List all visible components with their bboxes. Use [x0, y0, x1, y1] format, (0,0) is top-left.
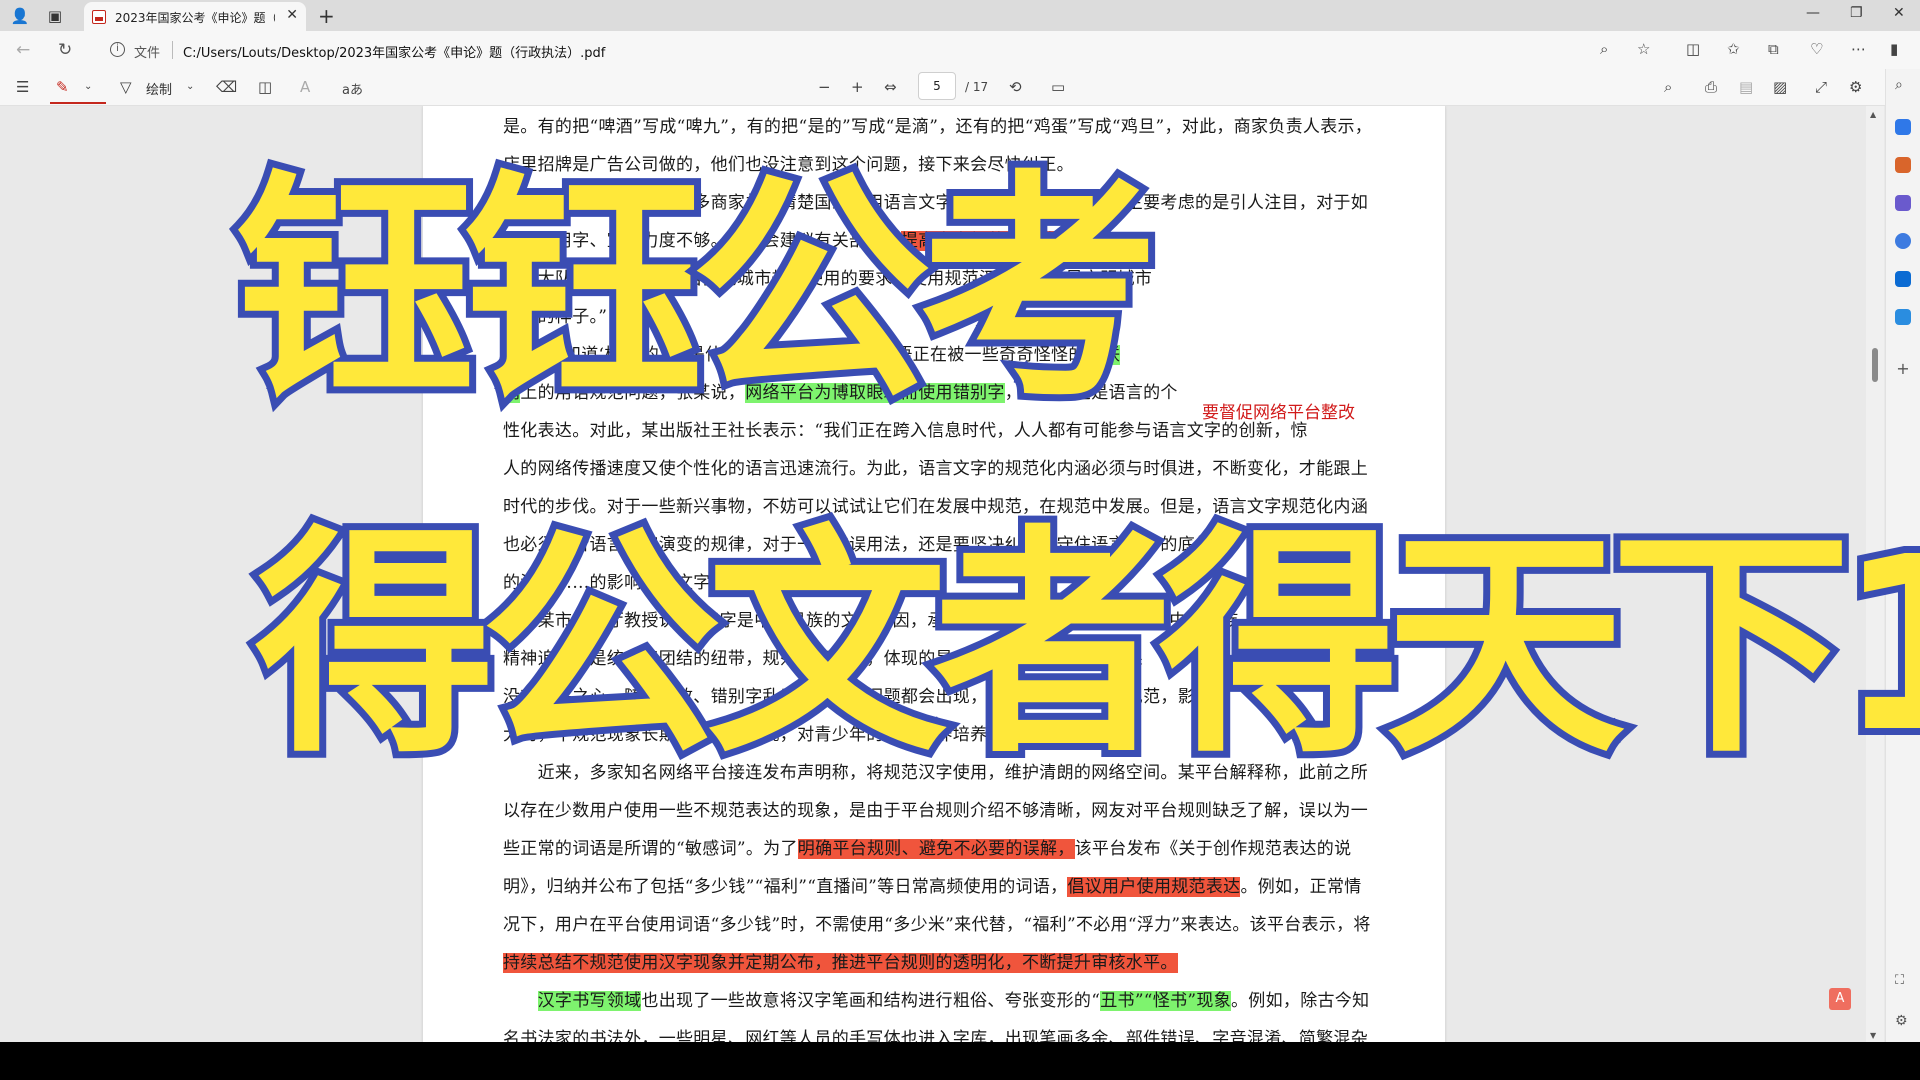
sidebar-toggle-icon[interactable]: ▮: [1890, 40, 1898, 58]
zoom-out-icon[interactable]: −: [818, 78, 831, 96]
tab-bar: 👤 ▣ 2023年国家公考《申论》题（行 ✕ + — ❐ ✕: [0, 0, 1920, 31]
text-segment: 名书法家的书法外，一些明星、网红等人员的手写体也进入字库，出现笔画多余、部件错误…: [503, 1029, 1368, 1042]
text-segment: 以存在少数用户使用一些不规范表达的现象，是由于平台规则介绍不够清晰，网友对平台规…: [503, 801, 1368, 821]
annotation-note[interactable]: 要督促网络平台整改: [1202, 398, 1355, 423]
restore-icon[interactable]: ❐: [1850, 5, 1863, 21]
url-text[interactable]: C:/Users/Louts/Desktop/2023年国家公考《申论》题（行政…: [183, 42, 605, 61]
fullscreen-icon[interactable]: ⤢: [1815, 78, 1827, 96]
shopping-tag-icon[interactable]: [1895, 119, 1911, 135]
collections-icon[interactable]: ⧉: [1768, 40, 1779, 58]
contents-icon[interactable]: ☰: [16, 78, 29, 96]
scroll-down-icon[interactable]: ▼: [1870, 1031, 1876, 1040]
page-total: / 17: [965, 80, 989, 94]
text-line: 名书法家的书法外，一些明星、网红等人员的手写体也进入字库，出现笔画多余、部件错误…: [503, 1024, 1373, 1042]
overlay-brand: 钰钰: [228, 150, 710, 430]
rotate-icon[interactable]: ⟲: [1009, 78, 1022, 96]
browser-essentials-icon[interactable]: ♡: [1810, 40, 1823, 58]
address-bar[interactable]: i 文件 C:/Users/Louts/Desktop/2023年国家公考《申论…: [96, 35, 1682, 65]
text-segment: 。例如，除古今知: [1231, 991, 1370, 1011]
chevron-down-icon[interactable]: ⌄: [186, 81, 194, 92]
favorites-icon[interactable]: ✩: [1727, 40, 1740, 58]
minimize-icon[interactable]: —: [1806, 5, 1820, 21]
text-line: 持续总结不规范使用汉字现象并定期公布，推进平台规则的透明化，不断提升审核水平。: [503, 948, 1373, 973]
pdf-file-icon: [92, 10, 106, 24]
settings-icon[interactable]: ⚙: [1895, 1013, 1911, 1029]
text-line: 明》，归纳并公布了包括“多少钱”“福利”“直播间”等日常高频使用的词语，倡议用户…: [503, 872, 1373, 897]
text-segment: 人的网络传播速度又使个性化的语言迅速流行。为此，语言文字的规范化内涵必须与时俱进…: [503, 459, 1368, 479]
text-line: 人的网络传播速度又使个性化的语言迅速流行。为此，语言文字的规范化内涵必须与时俱进…: [503, 454, 1373, 479]
text-segment: 况下，用户在平台使用词语“多少钱”时，不需使用“多少米”来代替，“福利”不必用“…: [503, 915, 1371, 935]
search-icon[interactable]: ⌕: [1664, 78, 1672, 96]
text-line: 况下，用户在平台使用词语“多少钱”时，不需使用“多少米”来代替，“福利”不必用“…: [503, 910, 1373, 935]
acrobat-icon[interactable]: A: [1829, 988, 1851, 1010]
scroll-up-icon[interactable]: ▲: [1870, 110, 1876, 119]
zoom-icon[interactable]: ⌕: [1600, 40, 1608, 58]
text-segment: 是。有的把“啤酒”写成“啤九”，有的把“是的”写成“是滴”，还有的把“鸡蛋”写成…: [503, 117, 1373, 137]
close-tab-icon[interactable]: ✕: [286, 7, 298, 23]
draw-label[interactable]: 绘制: [146, 79, 172, 98]
highlight-red[interactable]: 倡议用户使用规范表达: [1067, 877, 1241, 897]
favorite-star-icon[interactable]: ☆: [1637, 40, 1650, 58]
chevron-down-icon[interactable]: ⌄: [84, 81, 92, 92]
send-icon[interactable]: [1895, 309, 1911, 325]
search-icon[interactable]: ⌕: [1895, 77, 1911, 93]
eraser-icon[interactable]: ⌫: [216, 78, 237, 96]
draw-icon[interactable]: ▽: [120, 78, 132, 96]
address-prefix: 文件: [134, 46, 161, 61]
overlay-title-line2: 得公文者得天下1: [248, 505, 1920, 785]
text-segment: 该平台发布《关于创作规范表达的说: [1074, 839, 1352, 859]
zoom-in-icon[interactable]: +: [851, 78, 864, 96]
overlay-brand-suffix: 公考: [684, 150, 1166, 430]
text-segment: 也出现了一些故意将汉字笔画和结构进行粗俗、夸张变形的“: [641, 991, 1101, 1011]
add-icon[interactable]: +: [1895, 361, 1911, 377]
scroll-thumb[interactable]: [1872, 348, 1878, 382]
games-icon[interactable]: [1895, 195, 1911, 211]
read-aloud-button[interactable]: aあ: [342, 79, 363, 98]
tab-actions-icon[interactable]: ▣: [45, 6, 65, 26]
text-line: 是。有的把“啤酒”写成“啤九”，有的把“是的”写成“是滴”，还有的把“鸡蛋”写成…: [503, 112, 1373, 137]
highlight-icon[interactable]: ✎: [56, 78, 69, 96]
new-tab-icon[interactable]: +: [318, 4, 335, 28]
tools-icon[interactable]: [1895, 157, 1911, 173]
page-number-input[interactable]: 5: [918, 72, 956, 100]
text-line: 些正常的词语是所谓的“敏感词”。为了明确平台规则、避免不必要的误解，该平台发布《…: [503, 834, 1373, 859]
highlight-green[interactable]: 丑书”“怪书”现象: [1100, 991, 1231, 1011]
active-tool-underline: [50, 102, 106, 104]
view-icon[interactable]: ◫: [258, 78, 272, 96]
close-window-icon[interactable]: ✕: [1893, 5, 1905, 21]
settings-icon[interactable]: ⚙: [1849, 78, 1862, 96]
highlight-red[interactable]: 持续总结不规范使用汉字现象并定期公布，推进平台规则的透明化，不断提升审核水平。: [503, 953, 1178, 973]
text-segment: 些正常的词语是所谓的“敏感词”。为了: [503, 839, 798, 859]
fit-page-icon[interactable]: ⇔: [884, 78, 897, 96]
tab-pdf[interactable]: 2023年国家公考《申论》题（行 ✕: [84, 2, 306, 31]
tab-title: 2023年国家公考《申论》题（行: [115, 11, 275, 25]
page-view-icon[interactable]: ▭: [1051, 78, 1065, 96]
info-icon[interactable]: i: [110, 42, 125, 57]
browser-window: 👤 ▣ 2023年国家公考《申论》题（行 ✕ + — ❐ ✕ ← ↻ i 文件 …: [0, 0, 1920, 1042]
screenshot-icon[interactable]: ⛶: [1895, 973, 1911, 989]
outlook-icon[interactable]: [1895, 271, 1911, 287]
pdf-toolbar: ☰ ✎ ⌄ ▽ 绘制 ⌄ ⌫ ◫ A aあ − + ⇔ 5 / 17 ⟲ ▭ ⌕…: [0, 69, 1885, 106]
overlay-title-line1: 钰钰公考: [228, 163, 1166, 417]
address-bar-row: ← ↻ i 文件 C:/Users/Louts/Desktop/2023年国家公…: [0, 31, 1920, 69]
split-screen-icon[interactable]: ◫: [1686, 40, 1700, 58]
taskbar-black: [0, 1042, 1920, 1080]
text-segment: [503, 991, 538, 1011]
back-icon[interactable]: ←: [16, 40, 30, 60]
save-icon[interactable]: ▤: [1739, 78, 1753, 96]
text-line: 以存在少数用户使用一些不规范表达的现象，是由于平台规则介绍不够清晰，网友对平台规…: [503, 796, 1373, 821]
refresh-icon[interactable]: ↻: [58, 40, 72, 60]
more-icon[interactable]: ⋯: [1851, 40, 1866, 58]
copilot-icon[interactable]: [1895, 233, 1911, 249]
profile-icon[interactable]: 👤: [10, 6, 30, 26]
divider: [172, 41, 173, 59]
highlight-green[interactable]: 汉字书写领域: [537, 991, 642, 1011]
text-segment: 。例如，正常情: [1240, 877, 1362, 897]
text-segment: 明》，归纳并公布了包括“多少钱”“福利”“直播间”等日常高频使用的词语，: [503, 877, 1068, 897]
highlight-red[interactable]: 明确平台规则、避免不必要的误解，: [797, 839, 1075, 859]
text-icon[interactable]: A: [300, 78, 310, 96]
text-line: 汉字书写领域也出现了一些故意将汉字笔画和结构进行粗俗、夸张变形的“丑书”“怪书”…: [503, 986, 1373, 1011]
save-as-icon[interactable]: ▨: [1773, 78, 1787, 96]
print-icon[interactable]: ⎙: [1705, 78, 1717, 96]
